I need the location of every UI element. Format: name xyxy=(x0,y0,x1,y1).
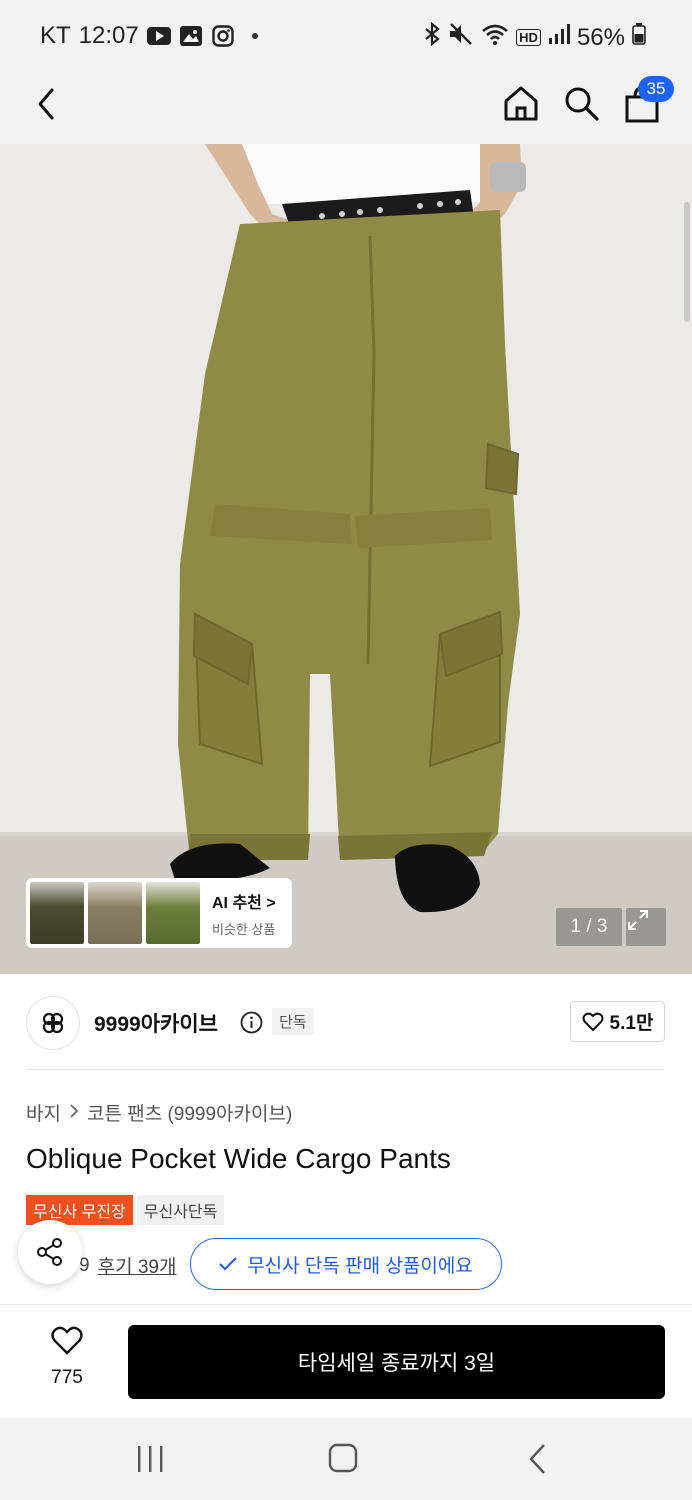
signal-icon xyxy=(548,23,570,52)
image-counter: 1 / 3 xyxy=(556,908,622,946)
notification-dot-icon xyxy=(243,25,267,47)
search-icon[interactable] xyxy=(562,84,600,122)
recent-apps-icon[interactable] xyxy=(134,1444,166,1474)
exclusive-notice-text: 무신사 단독 판매 상품이에요 xyxy=(247,1255,473,1277)
expand-icon[interactable] xyxy=(626,908,666,946)
check-icon xyxy=(219,1257,237,1271)
instagram-icon xyxy=(211,25,235,47)
back-icon[interactable] xyxy=(30,86,66,122)
share-icon xyxy=(37,1238,62,1266)
wish-button[interactable]: 775 xyxy=(34,1326,100,1389)
brand-name[interactable]: 9999아카이브 xyxy=(94,1008,218,1038)
exclusive-tag: 무신사단독 xyxy=(136,1195,225,1225)
ai-thumb-2[interactable] xyxy=(88,882,142,944)
home-nav-icon[interactable] xyxy=(328,1442,358,1474)
ai-thumb-1[interactable] xyxy=(30,882,84,944)
battery-text: 56% xyxy=(576,23,625,51)
buy-button[interactable]: 타임세일 종료까지 3일 xyxy=(128,1325,665,1399)
bluetooth-icon xyxy=(423,21,441,53)
breadcrumb-item[interactable]: 바지 xyxy=(26,1099,61,1126)
chevron-right-icon xyxy=(69,1102,79,1124)
exclusive-tag: 단독 xyxy=(272,1008,314,1035)
hd-icon: HD xyxy=(516,29,541,46)
brand-logo[interactable] xyxy=(26,996,80,1050)
exclusive-notice[interactable]: 무신사 단독 판매 상품이에요 xyxy=(190,1238,502,1290)
info-icon[interactable] xyxy=(240,1011,263,1034)
product-image[interactable]: AI 추천 > 비슷한 상품 1 / 3 xyxy=(0,144,692,974)
status-left: KT 12:07 xyxy=(40,22,267,50)
system-nav-bar xyxy=(0,1418,692,1500)
ai-recommend-subtitle: 비슷한 상품 xyxy=(212,921,276,937)
product-title: Oblique Pocket Wide Cargo Pants xyxy=(26,1143,451,1174)
ai-thumb-3[interactable] xyxy=(146,882,200,944)
app-header: 35 xyxy=(0,72,692,144)
breadcrumb-item[interactable]: 코튼 팬츠 (9999아카이브) xyxy=(87,1099,292,1126)
gallery-icon xyxy=(179,25,203,47)
battery-icon xyxy=(632,23,646,52)
share-button[interactable] xyxy=(18,1220,82,1284)
bottom-divider xyxy=(0,1304,692,1305)
brand-like-count: 5.1만 xyxy=(609,1013,654,1034)
brand-like-button[interactable]: 5.1만 xyxy=(570,1001,665,1042)
youtube-icon xyxy=(146,25,171,47)
heart-icon xyxy=(51,1326,83,1355)
scrollbar[interactable] xyxy=(684,202,690,322)
divider xyxy=(26,1069,664,1070)
mute-icon xyxy=(448,22,474,53)
heart-icon xyxy=(582,1012,604,1031)
ai-recommend-title: AI 추천 > xyxy=(212,894,276,912)
home-icon[interactable] xyxy=(502,84,540,122)
breadcrumb: 바지 코튼 팬츠 (9999아카이브) xyxy=(26,1099,292,1126)
status-right: HD 56% xyxy=(423,21,646,53)
ai-recommend-card[interactable]: AI 추천 > 비슷한 상품 xyxy=(26,878,292,948)
status-bar: KT 12:07 HD 56% xyxy=(0,0,692,72)
wifi-icon xyxy=(481,22,509,53)
cart-count-badge: 35 xyxy=(638,76,674,102)
review-link[interactable]: 후기 39개 xyxy=(98,1252,177,1279)
back-nav-icon[interactable] xyxy=(526,1442,550,1476)
clock: 12:07 xyxy=(78,22,139,49)
carrier: KT xyxy=(40,22,71,49)
wish-count: 775 xyxy=(51,1367,83,1388)
product-photo xyxy=(0,144,692,974)
